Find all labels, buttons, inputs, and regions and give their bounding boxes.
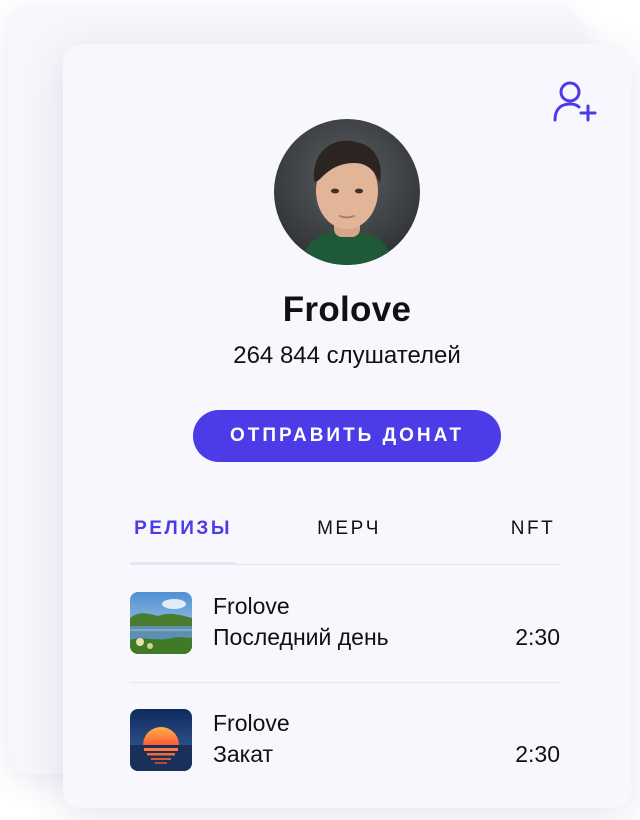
track-title: Закат: [213, 741, 274, 767]
track-artist: Frolove: [213, 710, 290, 736]
track-artist: Frolove: [213, 593, 290, 619]
stage: Frolove 264 844 слушателей ОТПРАВИТЬ ДОН…: [0, 0, 640, 820]
tab-merch[interactable]: МЕРЧ: [311, 514, 387, 564]
content-tabs: РЕЛИЗЫ МЕРЧ NFT: [130, 514, 560, 566]
add-user-icon[interactable]: [551, 78, 597, 124]
track-title: Последний день: [213, 624, 389, 650]
sunset-cover-image: [130, 709, 192, 771]
artist-profile-card: Frolove 264 844 слушателей ОТПРАВИТЬ ДОН…: [63, 44, 631, 808]
tab-nft[interactable]: NFT: [507, 514, 559, 564]
list-divider: [130, 682, 560, 683]
track-item[interactable]: Frolove Последний день 2:30: [130, 592, 560, 656]
lake-landscape-cover-image: [130, 592, 192, 654]
send-donation-button[interactable]: ОТПРАВИТЬ ДОНАТ: [193, 410, 501, 462]
artist-name: Frolove: [282, 290, 412, 329]
track-duration: 2:30: [515, 741, 560, 767]
track-duration: 2:30: [515, 624, 560, 650]
track-item[interactable]: Frolove Закат 2:30: [130, 709, 560, 773]
tab-releases[interactable]: РЕЛИЗЫ: [130, 514, 236, 564]
listener-count: 264 844 слушателей: [233, 342, 461, 369]
tabs-divider: [130, 564, 560, 565]
avatar: [274, 119, 420, 265]
